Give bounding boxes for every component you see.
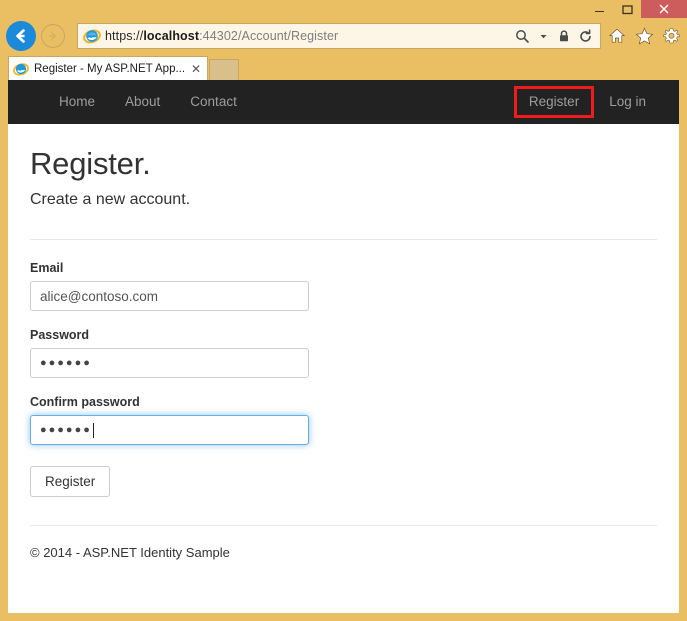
password-label: Password <box>30 328 90 342</box>
new-tab-button[interactable] <box>209 59 239 80</box>
url-text: https://localhost:44302/Account/Register <box>105 29 512 43</box>
close-button[interactable] <box>641 0 687 18</box>
minimize-button[interactable] <box>585 0 613 18</box>
internet-explorer-icon <box>83 29 101 44</box>
address-bar[interactable]: https://localhost:44302/Account/Register <box>77 23 601 49</box>
forward-button[interactable] <box>41 24 65 48</box>
home-icon[interactable] <box>605 24 629 48</box>
password-masked-value: ●●●●●● <box>40 357 92 369</box>
chevron-down-glyph <box>540 34 546 38</box>
lock-glyph <box>560 30 568 42</box>
page-viewport: Home About Contact Register Log in Regis… <box>8 80 679 613</box>
back-arrow-icon <box>16 29 25 43</box>
password-input[interactable]: ●●●●●● <box>30 348 309 378</box>
nav-link-contact[interactable]: Contact <box>175 80 252 124</box>
maximize-icon <box>621 4 633 14</box>
close-icon <box>659 4 669 14</box>
text-cursor <box>92 422 94 438</box>
gear-glyph <box>662 27 680 43</box>
email-label: Email <box>30 261 64 275</box>
url-port-path: :44302/ <box>199 29 242 43</box>
search-glyph <box>515 29 529 43</box>
nav-link-login[interactable]: Log in <box>594 80 661 124</box>
page-title: Register. <box>30 146 151 181</box>
email-input[interactable] <box>30 281 309 311</box>
site-navbar: Home About Contact Register Log in <box>8 80 679 124</box>
tab-favicon-icon <box>13 62 29 76</box>
register-link-highlight-box: Register <box>513 86 595 118</box>
page-subtitle: Create a new account. <box>30 191 191 208</box>
chevron-down-icon[interactable] <box>533 26 553 46</box>
maximize-button[interactable] <box>613 0 641 18</box>
confirm-password-label: Confirm password <box>30 395 140 409</box>
favorites-star-icon[interactable] <box>632 24 656 48</box>
email-form-group: Email <box>30 261 657 311</box>
browser-window: https://localhost:44302/Account/Register <box>0 0 687 621</box>
forward-arrow-icon <box>49 31 57 41</box>
browser-navigation-bar: https://localhost:44302/Account/Register <box>0 18 687 54</box>
window-controls <box>585 0 687 18</box>
tab-close-icon[interactable]: ✕ <box>189 62 203 76</box>
site-nav-left: Home About Contact <box>44 80 252 124</box>
footer-copyright: © 2014 - ASP.NET Identity Sample <box>30 545 230 560</box>
home-glyph <box>608 28 626 43</box>
url-highlighted-path: Account/Register <box>241 29 339 43</box>
confirm-password-masked-value: ●●●●●● <box>40 424 92 436</box>
tab-strip: Register - My ASP.NET App... ✕ <box>0 54 687 80</box>
register-submit-button[interactable]: Register <box>30 466 111 497</box>
confirm-password-form-group: Confirm password ●●●●●● <box>30 395 657 445</box>
nav-link-home[interactable]: Home <box>44 80 110 124</box>
register-form: Email Password ●●●●●● Confirm password ●… <box>30 261 657 497</box>
minimize-icon <box>594 10 604 12</box>
nav-link-about[interactable]: About <box>110 80 175 124</box>
nav-link-register[interactable]: Register <box>517 89 591 115</box>
browser-tab-register[interactable]: Register - My ASP.NET App... ✕ <box>8 56 208 80</box>
site-nav-right: Register Log in <box>513 80 661 124</box>
star-glyph <box>635 27 653 44</box>
url-host: localhost <box>143 29 200 43</box>
address-bar-icons <box>512 26 597 46</box>
url-scheme: https:// <box>105 29 144 43</box>
title-bar <box>0 0 687 18</box>
settings-gear-icon[interactable] <box>659 24 683 48</box>
footer-divider <box>30 525 657 526</box>
refresh-glyph <box>579 28 591 42</box>
back-button[interactable] <box>6 21 36 51</box>
confirm-password-input[interactable]: ●●●●●● <box>30 415 309 445</box>
browser-toolbar-icons <box>605 24 683 48</box>
search-icon[interactable] <box>512 26 532 46</box>
refresh-icon[interactable] <box>575 26 595 46</box>
tab-title: Register - My ASP.NET App... <box>34 62 186 75</box>
page-content: Register. Create a new account. Email Pa… <box>8 146 679 613</box>
content-divider <box>30 239 657 240</box>
lock-icon[interactable] <box>554 26 574 46</box>
password-form-group: Password ●●●●●● <box>30 328 657 378</box>
